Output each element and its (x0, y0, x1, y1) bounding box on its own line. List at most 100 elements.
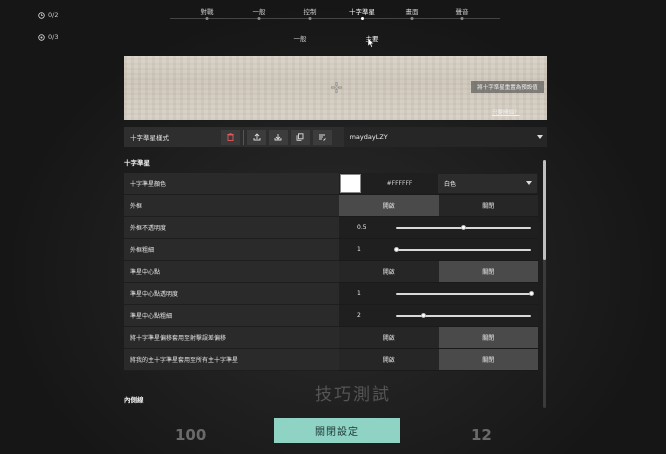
setting-row-center-dot: 準星中心點 開啟 關閉 (124, 261, 538, 283)
mouse-cursor-icon (367, 38, 374, 48)
bg-ammo-number: 12 (471, 426, 492, 444)
edit-list-icon (319, 134, 326, 141)
tab-video-label: 畫面 (405, 8, 419, 16)
setting-row-color: 十字準星顏色 #FFFFFF 白色 (124, 173, 538, 195)
center-dot-on-button[interactable]: 開啟 (339, 261, 439, 282)
fire-error-offset-toggle: 開啟 關閉 (339, 327, 538, 349)
tab-dot (460, 17, 464, 20)
crosshair-profile-bar: 十字準星樣式 maydayLZY (124, 127, 548, 147)
setting-row-center-dot-opacity: 準星中心點透明度 1 (124, 283, 538, 305)
setting-label: 十字準星顏色 (124, 173, 339, 195)
setting-row-outline-opacity: 外框不透明度 0.5 (124, 217, 538, 239)
center-dot-thickness-slider[interactable]: 2 (339, 305, 538, 326)
crosshair-icon (331, 82, 342, 93)
tab-dot (308, 17, 312, 20)
setting-label: 準星中心點 (124, 261, 339, 283)
timer-value: 0/2 (48, 10, 59, 19)
tab-dot (205, 17, 209, 20)
tab-audio[interactable]: 聲音 (455, 6, 469, 20)
tab-crosshair-label: 十字準星 (349, 8, 375, 16)
setting-label: 準星中心點粗細 (124, 305, 339, 327)
tab-audio-label: 聲音 (455, 8, 469, 16)
fire-error-offset-off-button[interactable]: 關閉 (438, 327, 538, 348)
center-dot-opacity-control: 1 (339, 283, 538, 305)
tab-general[interactable]: 一般 (252, 6, 266, 20)
outline-thickness-slider[interactable]: 1 (339, 239, 538, 260)
toolbar-divider (243, 129, 245, 145)
copy-icon (296, 133, 304, 141)
apply-all-toggle: 開啟 關閉 (339, 349, 538, 371)
setting-row-fire-error-offset: 將十字準星偏移套用至射擊誤差偏移 開啟 關閉 (124, 327, 538, 349)
apply-all-off-button[interactable]: 關閉 (438, 349, 538, 370)
slider-handle[interactable] (461, 225, 466, 230)
tab-match[interactable]: 對戰 (200, 6, 214, 20)
preview-help-link[interactable]: 只要開個？ (492, 108, 520, 116)
download-icon (274, 134, 282, 141)
tab-controls-label: 控制 (303, 8, 317, 16)
profile-label: 十字準星樣式 (130, 134, 169, 142)
delete-profile-button[interactable] (221, 129, 241, 145)
close-settings-button[interactable]: 關閉設定 (274, 418, 400, 443)
setting-label: 外框不透明度 (124, 217, 339, 239)
center-dot-opacity-slider[interactable]: 1 (339, 283, 538, 304)
center-dot-toggle: 開啟 關閉 (339, 261, 538, 283)
color-hex-value[interactable]: #FFFFFF (361, 180, 438, 187)
copy-profile-button[interactable] (290, 129, 310, 145)
scrollbar-thumb[interactable] (543, 160, 546, 260)
section-title-crosshair: 十字準星 (124, 159, 150, 167)
outline-toggle: 開啟 關閉 (339, 195, 538, 217)
slider-value: 2 (357, 312, 361, 319)
tab-match-label: 對戰 (200, 8, 214, 16)
setting-label: 外框 (124, 195, 339, 217)
setting-label: 外框粗細 (124, 239, 339, 261)
slider-track (393, 247, 531, 252)
sub-tabs: 一般 主要 (0, 33, 666, 45)
slider-value: 1 (357, 290, 361, 297)
apply-all-on-button[interactable]: 開啟 (339, 349, 439, 370)
rename-profile-button[interactable] (312, 129, 332, 145)
chevron-down-icon (526, 181, 532, 185)
outline-opacity-slider[interactable]: 0.5 (339, 217, 538, 238)
slider-handle[interactable] (420, 313, 426, 318)
timer-stat: 0/2 (38, 4, 58, 26)
slider-handle[interactable] (528, 291, 534, 296)
profile-select[interactable]: maydayLZY (343, 127, 548, 147)
center-dot-off-button[interactable]: 關閉 (438, 261, 538, 282)
outline-opacity-control: 0.5 (339, 217, 538, 239)
color-select[interactable]: 白色 (438, 174, 537, 193)
color-control-inner: #FFFFFF 白色 (339, 173, 538, 194)
trash-icon (227, 133, 234, 141)
outline-off-button[interactable]: 關閉 (438, 195, 538, 216)
setting-label: 將十字準星偏移套用至射擊誤差偏移 (124, 327, 339, 349)
setting-row-outline-thickness: 外框粗細 1 (124, 239, 538, 261)
tab-divider (170, 18, 500, 19)
tab-crosshair[interactable]: 十字準星 (349, 6, 375, 20)
setting-label: 將我的主十字準星套用至所有主十字準星 (124, 349, 339, 371)
tab-controls[interactable]: 控制 (303, 6, 317, 20)
profile-select-value: maydayLZY (349, 133, 388, 141)
chevron-down-icon (537, 135, 544, 139)
slider-track (396, 313, 531, 318)
tab-dot (257, 17, 261, 20)
tab-general-label: 一般 (252, 8, 266, 16)
fire-error-offset-on-button[interactable]: 開啟 (339, 327, 439, 348)
reset-crosshair-button[interactable]: 將十字準星重置為預設值 (471, 81, 544, 93)
setting-row-outline: 外框 開啟 關閉 (124, 195, 538, 217)
clock-icon (38, 11, 45, 19)
tab-dot-active (360, 17, 364, 20)
export-profile-button[interactable] (247, 129, 266, 145)
slider-track (396, 291, 534, 296)
import-profile-button[interactable] (269, 129, 288, 145)
outline-on-button[interactable]: 開啟 (339, 195, 439, 216)
section-title-inner-lines: 內側線 (124, 396, 144, 404)
tab-video[interactable]: 畫面 (405, 6, 419, 20)
color-swatch[interactable] (340, 174, 361, 193)
slider-handle[interactable] (393, 247, 399, 252)
tab-dot (410, 17, 414, 20)
outline-thickness-control: 1 (339, 239, 538, 261)
color-select-value: 白色 (444, 181, 457, 188)
settings-scrollbar[interactable] (543, 160, 546, 408)
subtab-general[interactable]: 一般 (294, 33, 307, 43)
setting-row-center-dot-thickness: 準星中心點粗細 2 (124, 305, 538, 327)
crosshair-settings-list: 十字準星顏色 #FFFFFF 白色 外框 開啟 關閉 外框不透明度 0.5 外框… (124, 173, 538, 371)
